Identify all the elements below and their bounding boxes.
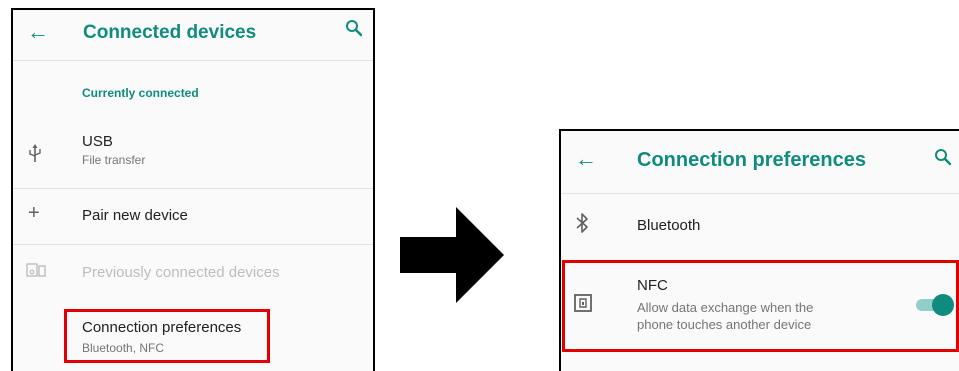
connected-devices-screen: ← Connected devices Currently connected … — [11, 8, 375, 371]
devices-icon — [26, 263, 46, 282]
plus-icon: + — [28, 202, 40, 224]
bluetooth-title: Bluetooth — [637, 217, 701, 234]
previously-connected-title: Previously connected devices — [82, 264, 280, 281]
usb-row[interactable]: USB File transfer — [13, 128, 373, 186]
previously-connected-row[interactable]: Previously connected devices — [13, 246, 373, 296]
bluetooth-icon — [575, 212, 589, 239]
app-bar: ← Connected devices — [13, 10, 373, 58]
usb-title: USB — [82, 133, 113, 150]
highlight-box — [64, 309, 270, 363]
usb-subtitle: File transfer — [82, 153, 146, 167]
pair-new-device-row[interactable]: + Pair new device — [13, 190, 373, 242]
back-arrow-icon[interactable]: ← — [27, 21, 49, 43]
row-divider — [13, 244, 373, 245]
page-title: Connection preferences — [637, 149, 866, 171]
appbar-divider — [561, 193, 959, 194]
page-title: Connected devices — [83, 22, 257, 43]
appbar-divider — [13, 60, 373, 61]
right-arrow-icon — [400, 207, 504, 303]
highlight-box — [562, 260, 959, 352]
section-header-currently-connected: Currently connected — [82, 86, 199, 100]
app-bar: ← Connection preferences — [561, 131, 959, 179]
search-icon[interactable] — [345, 19, 363, 42]
row-divider — [13, 188, 373, 189]
usb-icon — [28, 144, 42, 169]
back-arrow-icon[interactable]: ← — [575, 148, 597, 170]
search-icon[interactable] — [934, 148, 952, 171]
pair-new-device-title: Pair new device — [82, 207, 188, 224]
bluetooth-row[interactable]: Bluetooth — [561, 195, 959, 255]
connection-preferences-screen: ← Connection preferences Bluetooth NFC A… — [559, 129, 959, 371]
